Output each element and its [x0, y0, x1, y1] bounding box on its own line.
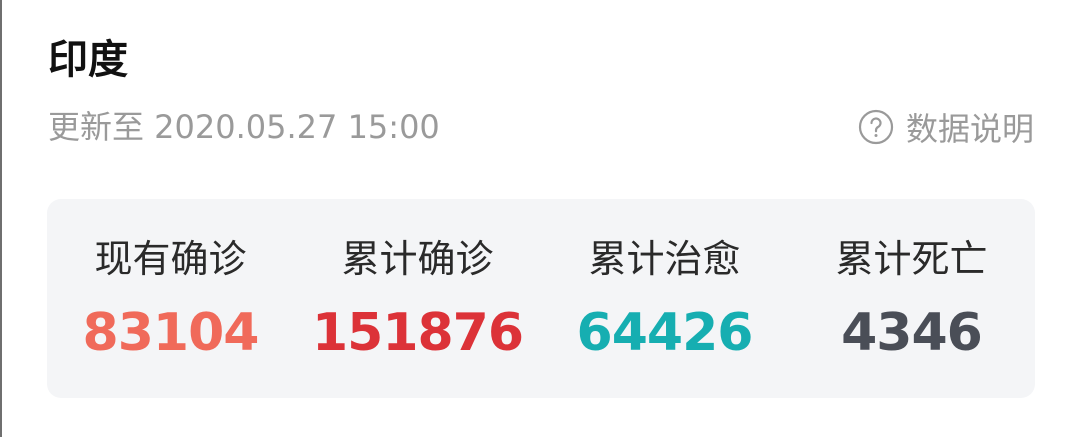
data-explain-label: 数据说明	[905, 110, 1034, 148]
stats-panel: 现有确诊 83104 累计确诊 151876 累计治愈 64426 累计死亡 4…	[47, 199, 1035, 398]
left-border	[0, 0, 2, 437]
stat-label: 累计确诊	[341, 237, 494, 281]
stat-value: 4346	[841, 303, 983, 363]
region-title: 印度	[48, 37, 128, 83]
stat-value: 64426	[576, 303, 754, 363]
stat-total-confirmed: 累计确诊 151876	[294, 199, 541, 398]
stat-current-confirmed: 现有确诊 83104	[47, 199, 294, 398]
question-circle-icon	[858, 109, 894, 145]
stat-label: 累计治愈	[588, 237, 741, 281]
data-explain-link[interactable]: 数据说明	[858, 104, 1034, 150]
stat-label: 现有确诊	[94, 237, 247, 281]
stat-total-recovered: 累计治愈 64426	[541, 199, 788, 398]
stat-total-deaths: 累计死亡 4346	[788, 199, 1035, 398]
update-time: 更新至 2020.05.27 15:00	[48, 108, 440, 146]
stat-label: 累计死亡	[835, 237, 988, 281]
stat-value: 151876	[311, 303, 524, 363]
stat-value: 83104	[82, 303, 260, 363]
